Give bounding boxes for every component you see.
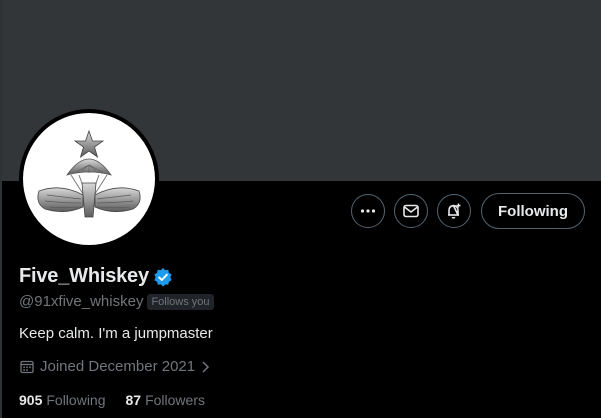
handle: @91xfive_whiskey <box>19 293 144 310</box>
followers-label: Followers <box>145 392 205 408</box>
followers-count: 87 <box>125 392 142 408</box>
name-row: Five_Whiskey <box>19 265 173 288</box>
display-name: Five_Whiskey <box>19 265 149 287</box>
following-stat[interactable]: 905 Following <box>19 392 106 408</box>
handle-row: @91xfive_whiskey Follows you <box>19 293 214 310</box>
bell-plus-icon <box>448 203 461 219</box>
avatar-image <box>23 113 155 245</box>
chevron-right-icon[interactable] <box>200 360 210 374</box>
profile-actions: Following <box>351 193 585 229</box>
stats-row: 905 Following 87 Followers <box>19 392 205 408</box>
following-label: Following <box>46 392 106 408</box>
verified-badge-icon[interactable] <box>153 267 173 287</box>
joined-row: Joined December 2021 <box>19 358 210 375</box>
follows-you-badge: Follows you <box>147 293 214 310</box>
notifications-button[interactable] <box>437 194 472 228</box>
bio: Keep calm. I'm a jumpmaster <box>19 325 213 342</box>
more-horizontal-icon <box>360 209 376 213</box>
paratrooper-wings-icon <box>37 129 141 218</box>
calendar-icon <box>20 360 34 373</box>
joined-date: Joined December 2021 <box>40 358 196 375</box>
more-button[interactable] <box>351 194 386 228</box>
following-count: 905 <box>19 392 43 408</box>
avatar[interactable] <box>19 109 159 249</box>
following-button[interactable]: Following <box>481 193 585 229</box>
mail-icon <box>403 204 419 218</box>
message-button[interactable] <box>394 194 429 228</box>
followers-stat[interactable]: 87 Followers <box>126 392 205 408</box>
